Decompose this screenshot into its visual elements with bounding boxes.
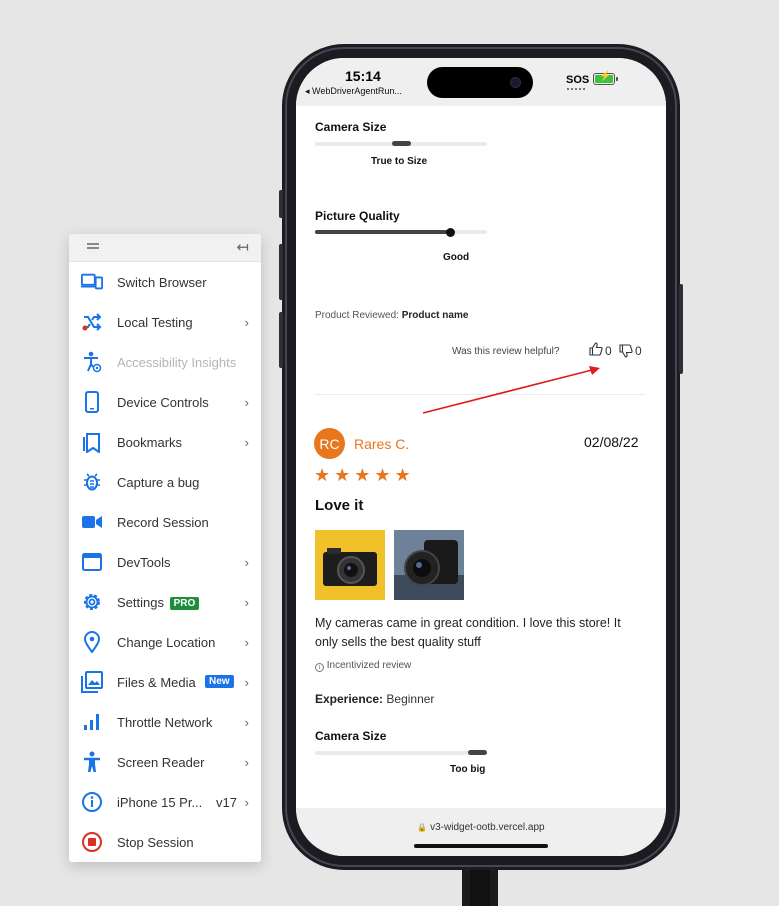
annotation-arrow [422,366,600,414]
